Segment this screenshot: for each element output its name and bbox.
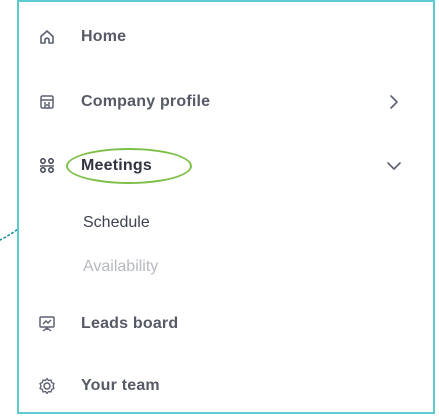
meetings-highlight-ellipse xyxy=(66,148,192,184)
nav-item-label: Company profile xyxy=(81,93,211,110)
building-icon xyxy=(37,92,57,112)
submenu-item-schedule[interactable]: Schedule xyxy=(83,208,150,238)
gear-icon xyxy=(37,376,57,396)
chevron-right-icon[interactable] xyxy=(385,93,403,111)
nav-item-leads-board[interactable]: Leads board xyxy=(37,304,403,344)
chevron-down-icon[interactable] xyxy=(385,157,403,175)
nav-item-your-team[interactable]: Your team xyxy=(37,366,403,406)
people-icon xyxy=(37,156,57,176)
sidebar-nav: Home Company profile Meetings Schedule A… xyxy=(17,0,435,414)
chart-board-icon xyxy=(37,314,57,334)
submenu-item-availability[interactable]: Availability xyxy=(83,252,158,282)
nav-item-label: Your team xyxy=(81,377,160,394)
nav-item-label: Home xyxy=(81,28,127,45)
nav-item-label: Leads board xyxy=(81,315,179,332)
submenu-item-label: Availability xyxy=(83,258,159,275)
submenu-item-label: Schedule xyxy=(83,214,150,231)
nav-item-company-profile[interactable]: Company profile xyxy=(37,82,403,122)
nav-item-home[interactable]: Home xyxy=(37,17,403,57)
home-icon xyxy=(37,27,57,47)
